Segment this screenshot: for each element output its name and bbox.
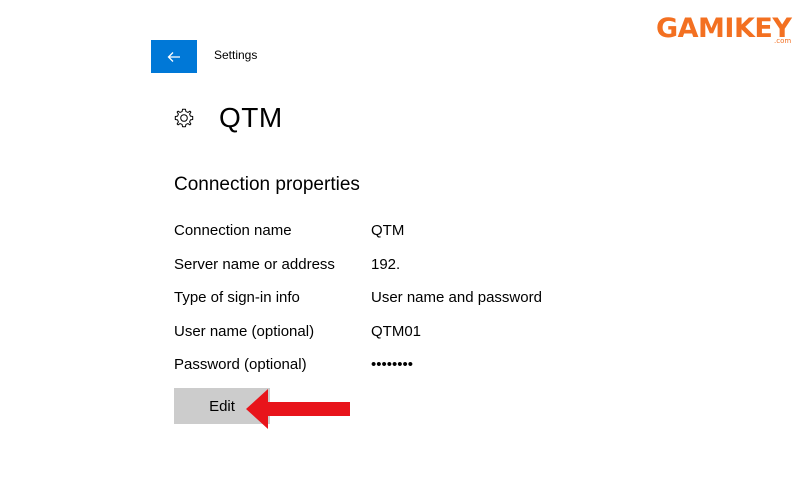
gear-icon [174, 108, 194, 128]
arrow-left-icon [167, 51, 180, 62]
gamikey-logo: GAMIKEY .com [656, 13, 793, 45]
section-title: Connection properties [174, 174, 360, 195]
property-value: User name and password [371, 289, 542, 306]
svg-text:.com: .com [774, 37, 791, 45]
arrow-pointer-icon [246, 389, 350, 429]
property-value: QTM [371, 222, 405, 239]
page-title: QTM [219, 102, 283, 133]
property-label: Connection name [174, 222, 292, 239]
property-label: Password (optional) [174, 356, 307, 373]
property-label: Server name or address [174, 255, 335, 273]
property-label: User name (optional) [174, 322, 315, 340]
page-header: QTM [173, 98, 283, 138]
property-value: 192. [371, 255, 401, 273]
back-button[interactable] [151, 40, 197, 73]
app-title: Settings [214, 48, 258, 62]
svg-text:GAMIKEY: GAMIKEY [656, 13, 792, 44]
property-value: QTM01 [371, 322, 422, 340]
property-value: •••••••• [371, 356, 414, 373]
property-label: Type of sign-in info [174, 289, 300, 306]
